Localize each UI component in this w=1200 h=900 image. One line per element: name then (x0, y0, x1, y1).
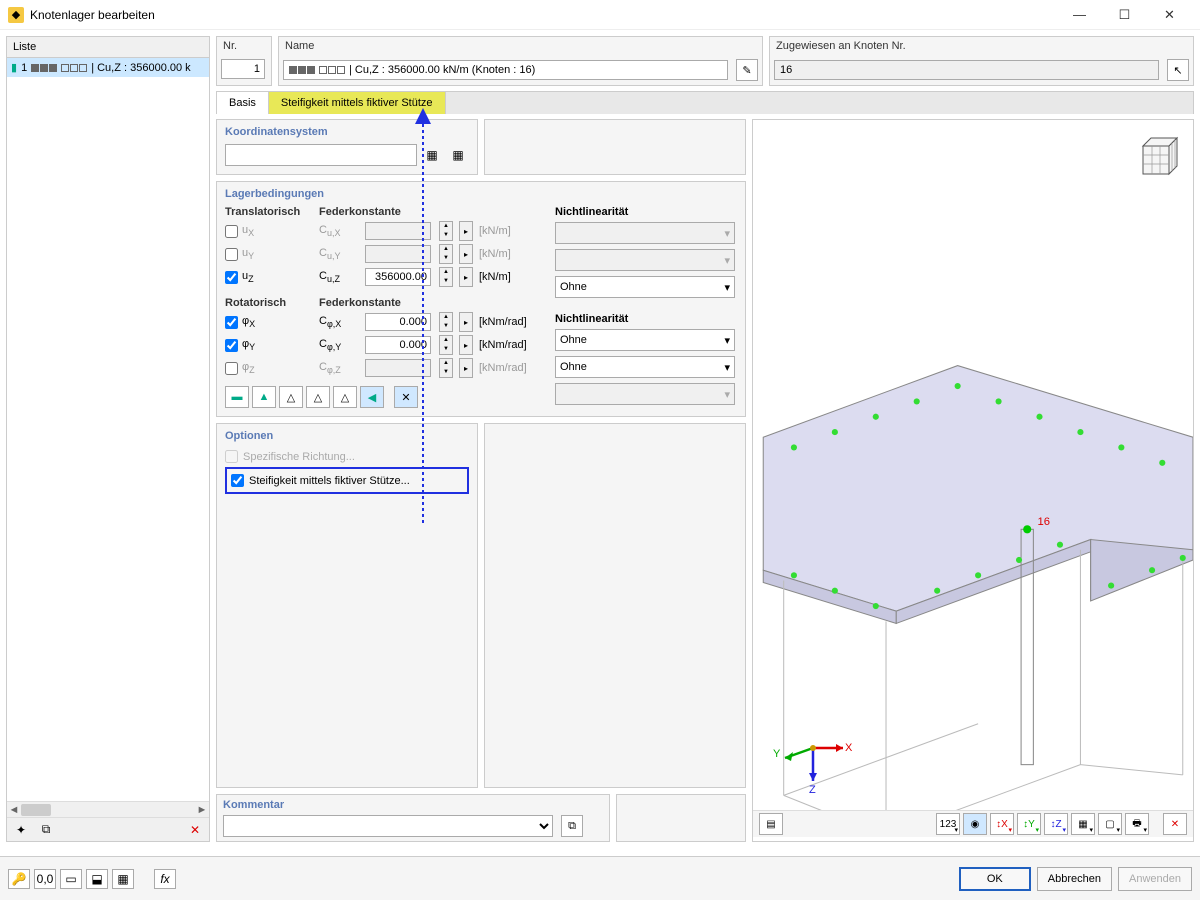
tab-stiffness[interactable]: Steifigkeit mittels fiktiver Stütze (269, 92, 446, 114)
bottom-bar: 🔑 0,0 ▭ ⬓ ▦ fx OK Abbrechen Anwenden (0, 856, 1200, 900)
comment-aux (616, 794, 746, 842)
opt-specific: Spezifische Richtung... (225, 448, 469, 465)
list-panel: Liste ▮ 1 | Cu,Z : 356000.00 k ◄ ► ✦ ⧉ ✕ (6, 36, 210, 842)
comment-section: Kommentar ⧉ (216, 794, 610, 842)
apply-button: Anwenden (1118, 867, 1192, 891)
bottom-btn-1[interactable]: 🔑 (8, 869, 30, 889)
coord-input[interactable] (225, 144, 417, 166)
close-button[interactable]: ✕ (1147, 1, 1192, 29)
vbtn-box[interactable]: ▢ (1098, 813, 1122, 835)
list-h-scrollbar[interactable]: ◄ ► (7, 801, 209, 817)
val-uy (365, 245, 431, 263)
nl-phiy[interactable]: Ohne▾ (555, 356, 735, 378)
opt-stiffness[interactable]: Steifigkeit mittels fiktiver Stütze... (231, 472, 463, 489)
delete-item-button[interactable]: ✕ (184, 820, 206, 840)
support-preset-3[interactable]: △ (279, 386, 303, 408)
tab-row: Basis Steifigkeit mittels fiktiver Stütz… (216, 91, 1194, 114)
comment-library-button[interactable]: ⧉ (561, 815, 583, 837)
support-preset-4[interactable]: △ (306, 386, 330, 408)
minimize-button[interactable]: — (1057, 1, 1102, 29)
cancel-button[interactable]: Abbrechen (1037, 867, 1112, 891)
vbtn-show[interactable]: ◉ (963, 813, 987, 835)
bottom-btn-3[interactable]: ▭ (60, 869, 82, 889)
dd-uz[interactable]: ▸ (459, 267, 473, 287)
spin-ux: ▲▼ (439, 221, 453, 241)
nl-phix[interactable]: Ohne▾ (555, 329, 735, 351)
assign-input[interactable] (774, 60, 1159, 80)
bottom-btn-2[interactable]: 0,0 (34, 869, 56, 889)
new-item-button[interactable]: ✦ (10, 820, 32, 840)
ck-phiz[interactable] (225, 362, 238, 375)
support-section: Lagerbedingungen Translatorisch Federkon… (216, 181, 746, 417)
list-item[interactable]: ▮ 1 | Cu,Z : 356000.00 k (7, 58, 209, 77)
ck-phiy[interactable] (225, 339, 238, 352)
val-phiz (365, 359, 431, 377)
axis-icon: X Y Z (773, 713, 853, 793)
name-box: Name | Cu,Z : 356000.00 kN/m (Knoten : 1… (278, 36, 763, 86)
support-preset-6[interactable]: ◀ (360, 386, 384, 408)
coord-btn1[interactable]: ▦ (421, 145, 443, 165)
vbtn-reset[interactable]: ✕ (1163, 813, 1187, 835)
number-box: Nr. (216, 36, 272, 86)
coord-section: Koordinatensystem ▦ ▦ (216, 119, 478, 175)
svg-text:Y: Y (773, 748, 781, 760)
tab-basis[interactable]: Basis (217, 92, 269, 114)
vbtn-render[interactable]: ▦ (1071, 813, 1095, 835)
support-preset-2[interactable]: ▲ (252, 386, 276, 408)
svg-text:Z: Z (809, 784, 816, 793)
copy-item-button[interactable]: ⧉ (35, 820, 57, 840)
vbtn-x[interactable]: ↕X (990, 813, 1014, 835)
view-toolbar: ▤ 123 ◉ ↕X ↕Y ↕Z ▦ ▢ 🖶 ✕ (753, 810, 1193, 837)
ck-uy[interactable] (225, 248, 238, 261)
val-uz[interactable] (365, 268, 431, 286)
nl-ux: ▾ (555, 222, 735, 244)
comment-select[interactable] (223, 815, 553, 837)
options-section: Optionen Spezifische Richtung... Steifig… (216, 423, 478, 788)
val-phix[interactable] (365, 313, 431, 331)
support-preset-1[interactable]: ▬ (225, 386, 249, 408)
edit-name-button[interactable]: ✎ (736, 59, 758, 81)
options-preview (484, 423, 746, 788)
ok-button[interactable]: OK (959, 867, 1031, 891)
val-ux (365, 222, 431, 240)
app-icon: ◆ (8, 7, 24, 23)
support-preset-7[interactable]: ✕ (394, 386, 418, 408)
bottom-btn-fx[interactable]: fx (154, 869, 176, 889)
opt-stiffness-check[interactable] (231, 474, 244, 487)
maximize-button[interactable]: ☐ (1102, 1, 1147, 29)
vbtn-num[interactable]: 123 (936, 813, 960, 835)
opt-stiffness-highlight: Steifigkeit mittels fiktiver Stütze... (225, 467, 469, 494)
list-toolbar: ✦ ⧉ ✕ (7, 817, 209, 841)
support-preset-5[interactable]: △ (333, 386, 357, 408)
list-body: ▮ 1 | Cu,Z : 356000.00 k (7, 58, 209, 801)
list-header: Liste (7, 37, 209, 58)
view-3d[interactable]: 16 (752, 119, 1194, 842)
assign-box: Zugewiesen an Knoten Nr. ↖ (769, 36, 1194, 86)
spin-uz[interactable]: ▲▼ (439, 267, 453, 287)
vbtn-z[interactable]: ↕Z (1044, 813, 1068, 835)
dd-ux: ▸ (459, 221, 473, 241)
number-input[interactable] (221, 59, 265, 79)
nl-uz[interactable]: Ohne▾ (555, 276, 735, 298)
ck-ux[interactable] (225, 225, 238, 238)
pick-node-button[interactable]: ↖ (1167, 59, 1189, 81)
vbtn-y[interactable]: ↕Y (1017, 813, 1041, 835)
val-phiy[interactable] (365, 336, 431, 354)
svg-text:X: X (845, 742, 853, 754)
nl-phiz: ▾ (555, 383, 735, 405)
nl-uy: ▾ (555, 249, 735, 271)
title-bar: ◆ Knotenlager bearbeiten — ☐ ✕ (0, 0, 1200, 30)
bottom-btn-5[interactable]: ▦ (112, 869, 134, 889)
coord-btn2[interactable]: ▦ (447, 145, 469, 165)
bottom-btn-4[interactable]: ⬓ (86, 869, 108, 889)
vbtn-print[interactable]: 🖶 (1125, 813, 1149, 835)
coord-preview (484, 119, 746, 175)
svg-text:16: 16 (1037, 516, 1050, 528)
vbtn-info[interactable]: ▤ (759, 813, 783, 835)
window-title: Knotenlager bearbeiten (30, 8, 1057, 22)
name-input[interactable]: | Cu,Z : 356000.00 kN/m (Knoten : 16) (283, 60, 728, 80)
view-cube-icon[interactable] (1129, 128, 1185, 184)
ck-phix[interactable] (225, 316, 238, 329)
ck-uz[interactable] (225, 271, 238, 284)
